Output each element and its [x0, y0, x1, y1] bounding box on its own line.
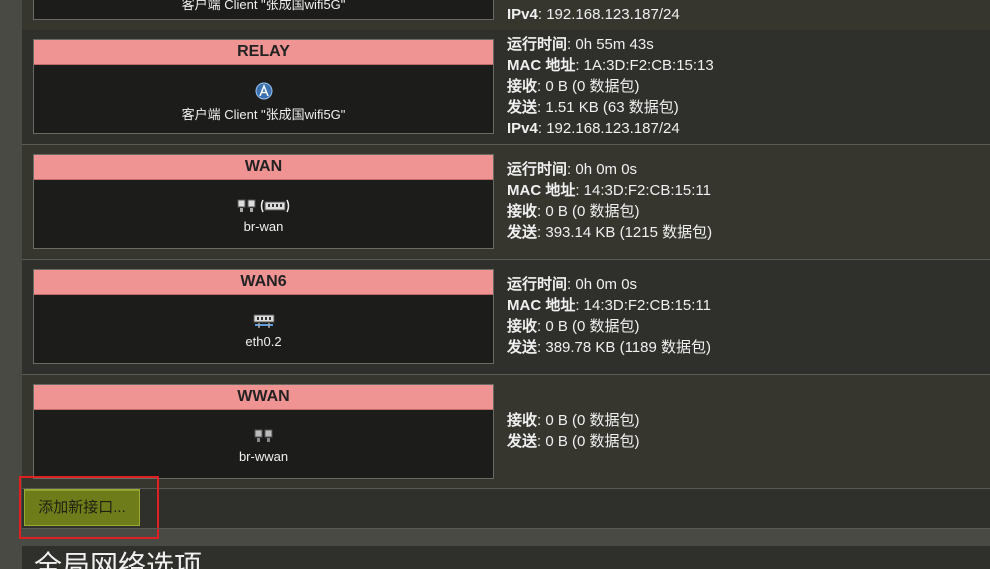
interface-device-label: eth0.2 [245, 334, 282, 349]
interface-device-label: br-wan [243, 219, 284, 234]
interface-row-relay: RELAY 客户端 Client "张成国wifi5G" 运行时间: 0h 55… [22, 30, 990, 145]
interface-card-relay[interactable]: RELAY 客户端 Client "张成国wifi5G" [33, 39, 494, 134]
interface-device-label: br-wwan [238, 449, 289, 464]
interface-name: WWAN [34, 385, 493, 410]
section-divider [22, 528, 990, 529]
interface-row-wan: WAN br-wan 运行时间: 0h 0m 0s MAC 地址: 14:3D:… [22, 145, 990, 260]
info-value: 0h 0m 0s [575, 276, 638, 293]
info-key: 发送 [507, 224, 538, 241]
info-key: 接收 [507, 412, 538, 429]
interface-card-wan[interactable]: WAN br-wan [33, 154, 494, 249]
info-value: 0 B (0 数据包) [545, 78, 640, 95]
info-key: 接收 [507, 203, 538, 220]
interface-info-relay: 运行时间: 0h 55m 43s MAC 地址: 1A:3D:F2:CB:15:… [507, 36, 714, 137]
interface-info-top: IPv4: 192.168.123.187/24 [507, 6, 680, 23]
interface-row-wwan: WWAN br-wwan 接收: 0 B (0 数据包) 发送: 0 B (0 … [22, 375, 990, 489]
interface-row-wan6: WAN6 eth0.2 运行时间: 0h 0m 0s MAC 地址: 14:3D… [22, 260, 990, 375]
info-value: 0h 0m 0s [575, 161, 638, 178]
info-key: MAC 地址 [507, 57, 576, 74]
bridge-icon [237, 199, 256, 212]
info-value: 1.51 KB (63 数据包) [545, 99, 679, 116]
interface-info-wan: 运行时间: 0h 0m 0s MAC 地址: 14:3D:F2:CB:15:11… [507, 161, 713, 241]
info-value: 192.168.123.187/24 [546, 120, 680, 137]
interface-name: RELAY [34, 40, 493, 65]
info-value: 14:3D:F2:CB:15:11 [583, 297, 711, 314]
info-value: 393.14 KB (1215 数据包) [545, 224, 713, 241]
info-value: 389.78 KB (1189 数据包) [545, 339, 711, 356]
info-value: 192.168.123.187/24 [546, 6, 680, 23]
info-value: 1A:3D:F2:CB:15:13 [583, 57, 714, 74]
info-key: IPv4 [507, 6, 538, 23]
info-key: IPv4 [507, 120, 538, 137]
info-key: 发送 [507, 433, 538, 450]
info-key: MAC 地址 [507, 182, 576, 199]
info-value: 0 B (0 数据包) [545, 412, 640, 429]
interface-info-wwan: 接收: 0 B (0 数据包) 发送: 0 B (0 数据包) [507, 412, 640, 450]
highlight-box [19, 476, 159, 539]
bridge-icon [254, 429, 272, 442]
info-key: 运行时间 [507, 36, 568, 53]
info-key: MAC 地址 [507, 297, 576, 314]
interface-name: WAN6 [34, 270, 493, 295]
interface-name: WAN [34, 155, 493, 180]
interface-device-label: 客户端 Client "张成国wifi5G" [181, 0, 346, 12]
wifi-icon [255, 82, 272, 100]
interface-card-top: 客户端 Client "张成国wifi5G" [33, 0, 494, 20]
interface-device-label: 客户端 Client "张成国wifi5G" [181, 107, 346, 122]
info-value: 0 B (0 数据包) [545, 318, 640, 335]
ethernet-icon [260, 199, 290, 213]
info-key: 接收 [507, 318, 538, 335]
info-key: 接收 [507, 78, 538, 95]
info-value: 0 B (0 数据包) [545, 433, 640, 450]
info-key: 运行时间 [507, 276, 568, 293]
interface-card-wwan[interactable]: WWAN br-wwan [33, 384, 494, 479]
vlan-icon [253, 314, 274, 328]
info-key: 发送 [507, 339, 538, 356]
interface-row-top: 客户端 Client "张成国wifi5G" IPv4: 192.168.123… [22, 0, 990, 31]
info-value: 0h 55m 43s [575, 36, 654, 53]
info-value: 0 B (0 数据包) [545, 203, 640, 220]
info-key: 运行时间 [507, 161, 568, 178]
info-key: 发送 [507, 99, 538, 116]
interface-card-wan6[interactable]: WAN6 eth0.2 [33, 269, 494, 364]
info-value: 14:3D:F2:CB:15:11 [583, 182, 711, 199]
global-network-options-title: 全局网络选项 [22, 546, 990, 569]
interface-info-wan6: 运行时间: 0h 0m 0s MAC 地址: 14:3D:F2:CB:15:11… [507, 276, 711, 356]
